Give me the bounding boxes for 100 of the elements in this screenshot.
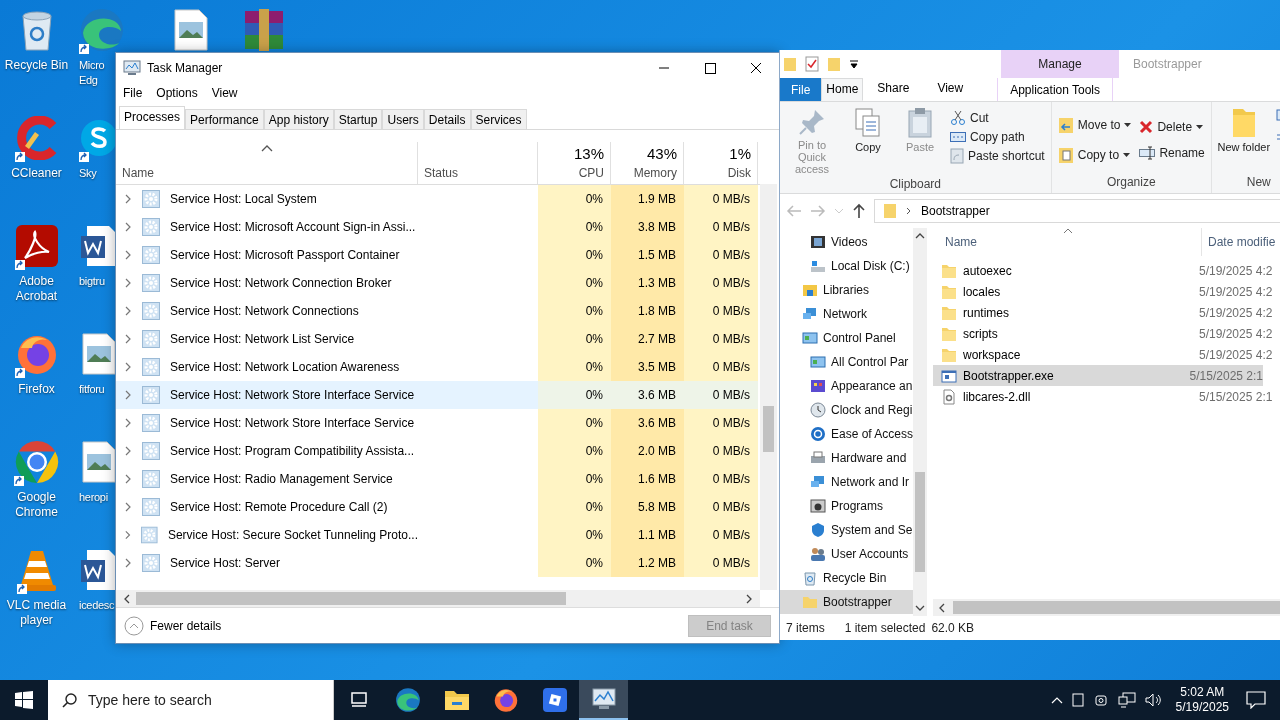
- scroll-thumb[interactable]: [953, 601, 1280, 614]
- column-header[interactable]: Status: [418, 142, 538, 184]
- expand-chevron-icon[interactable]: [124, 194, 132, 204]
- expand-chevron-icon[interactable]: [124, 334, 132, 344]
- tab[interactable]: Services: [470, 109, 527, 129]
- scroll-up-icon[interactable]: [915, 232, 925, 240]
- chevron-up-icon[interactable]: [1050, 696, 1063, 704]
- process-row[interactable]: Service Host: Network List Service 0% 2.7 MB 0 MB/s: [116, 325, 760, 353]
- file-row[interactable]: libcares-2.dll 5/15/2025 2:1: [933, 386, 1280, 407]
- copy-path-button[interactable]: Copy path: [948, 129, 1047, 145]
- process-row[interactable]: Service Host: Microsoft Account Sign-in Assi... 0% 3.8 MB 0 MB/s: [116, 213, 760, 241]
- properties-icon[interactable]: [805, 56, 819, 72]
- firefox-icon[interactable]: [492, 687, 519, 713]
- tree-item[interactable]: Ease of Access: [780, 422, 913, 446]
- scroll-left-icon[interactable]: [937, 602, 947, 613]
- tab[interactable]: Performance: [185, 109, 264, 129]
- tree-item[interactable]: Clock and Regi: [780, 398, 913, 422]
- vertical-scrollbar[interactable]: [760, 184, 777, 590]
- cut-button[interactable]: Cut: [948, 109, 1047, 127]
- column-header[interactable]: 1% Disk: [684, 142, 758, 184]
- tab[interactable]: Users: [382, 109, 424, 129]
- file-row[interactable]: runtimes 5/19/2025 4:2: [933, 302, 1280, 323]
- tab[interactable]: Processes: [119, 106, 186, 129]
- tree-item[interactable]: System and Se: [780, 518, 913, 542]
- desktop-icon-label[interactable]: fitforu: [79, 382, 105, 397]
- expand-chevron-icon[interactable]: [124, 446, 132, 456]
- up-arrow-icon[interactable]: [852, 203, 866, 219]
- horizontal-scrollbar[interactable]: [933, 599, 1280, 616]
- tab[interactable]: App history: [263, 109, 334, 129]
- desktop-icon-label[interactable]: Micro Edg: [79, 58, 113, 88]
- paste-shortcut-button[interactable]: Paste shortcut: [948, 147, 1047, 165]
- column-header[interactable]: Date modifie: [1208, 235, 1276, 249]
- tree-item[interactable]: User Accounts: [780, 542, 913, 566]
- desktop-icon-label[interactable]: Recycle Bin: [4, 58, 69, 73]
- tree-item[interactable]: Control Panel: [780, 326, 913, 350]
- scroll-left-icon[interactable]: [122, 593, 132, 604]
- expand-chevron-icon[interactable]: [124, 474, 132, 484]
- tree-item[interactable]: Bootstrapper: [780, 590, 913, 614]
- task-manager-icon[interactable]: [590, 687, 617, 711]
- task-view-icon[interactable]: [348, 690, 369, 710]
- tree-item[interactable]: Libraries: [780, 278, 913, 302]
- file-explorer-icon[interactable]: [443, 688, 470, 712]
- file-row[interactable]: autoexec 5/19/2025 4:2: [933, 260, 1280, 281]
- file-row[interactable]: scripts 5/19/2025 4:2: [933, 323, 1280, 344]
- copy-button[interactable]: Copy: [844, 105, 892, 177]
- expand-chevron-icon[interactable]: [124, 530, 132, 540]
- process-row[interactable]: Service Host: Program Compatibility Assista... 0% 2.0 MB 0 MB/s: [116, 437, 760, 465]
- expand-chevron-icon[interactable]: [124, 250, 132, 260]
- tree-item[interactable]: Hardware and: [780, 446, 913, 470]
- copy-to-button[interactable]: Copy to: [1055, 145, 1134, 165]
- process-row[interactable]: Service Host: Remote Procedure Call (2) 0% 5.8 MB 0 MB/s: [116, 493, 760, 521]
- tree-item[interactable]: Programs: [780, 494, 913, 518]
- ribbon-tab[interactable]: File: [780, 78, 822, 101]
- notification-icon[interactable]: [1246, 691, 1266, 709]
- vertical-scrollbar[interactable]: [913, 228, 927, 616]
- process-row[interactable]: Service Host: Network Connections 0% 1.8 MB 0 MB/s: [116, 297, 760, 325]
- tree-item[interactable]: Network and Ir: [780, 470, 913, 494]
- desktop-icon-label[interactable]: Adobe Acrobat: [1, 274, 72, 304]
- tablet-icon[interactable]: [1071, 693, 1084, 707]
- scroll-down-icon[interactable]: [915, 604, 925, 612]
- tree-item[interactable]: Network: [780, 302, 913, 326]
- expand-chevron-icon[interactable]: [124, 558, 132, 568]
- desktop-icon-label[interactable]: CCleaner: [11, 166, 62, 181]
- file-row[interactable]: locales 5/19/2025 4:2: [933, 281, 1280, 302]
- taskbar-button[interactable]: [579, 680, 628, 720]
- network-icon[interactable]: [1117, 692, 1136, 708]
- rename-button[interactable]: Rename: [1137, 145, 1207, 161]
- process-row[interactable]: Service Host: Server 0% 1.2 MB 0 MB/s: [116, 549, 760, 577]
- app-icon[interactable]: [541, 687, 568, 713]
- tree-item[interactable]: Videos: [780, 230, 913, 254]
- scroll-right-icon[interactable]: [744, 593, 754, 604]
- column-header[interactable]: 13% CPU: [538, 142, 611, 184]
- edge-icon[interactable]: [394, 687, 421, 713]
- desktop-icon-label[interactable]: Firefox: [18, 382, 55, 397]
- desktop-icon-label[interactable]: bigtru: [79, 274, 105, 289]
- new-folder-button[interactable]: New folder: [1215, 105, 1272, 175]
- scroll-thumb[interactable]: [763, 406, 774, 452]
- menu-item[interactable]: View: [211, 86, 238, 100]
- horizontal-scrollbar[interactable]: [116, 590, 760, 607]
- meet-camera-icon[interactable]: [1092, 692, 1109, 708]
- file-row[interactable]: Bootstrapper.exe 5/15/2025 2:1: [933, 365, 1263, 386]
- column-header[interactable]: Name: [116, 142, 418, 184]
- column-header[interactable]: Name: [945, 235, 977, 249]
- fewer-details-button[interactable]: Fewer details: [124, 615, 222, 636]
- tree-item[interactable]: All Control Par: [780, 350, 913, 374]
- desktop-icon-label[interactable]: icedesc: [79, 598, 113, 613]
- expand-chevron-icon[interactable]: [124, 306, 132, 316]
- process-row[interactable]: Service Host: Local System 0% 1.9 MB 0 MB/s: [116, 185, 760, 213]
- expand-chevron-icon[interactable]: [124, 278, 132, 288]
- tree-item[interactable]: Appearance an: [780, 374, 913, 398]
- move-to-button[interactable]: Move to: [1055, 115, 1134, 135]
- ribbon-tab[interactable]: Home: [821, 78, 864, 101]
- dropdown-icon[interactable]: [849, 59, 859, 69]
- menu-item[interactable]: Options: [156, 86, 198, 100]
- volume-icon[interactable]: [1144, 692, 1163, 708]
- tab[interactable]: Details: [423, 109, 471, 129]
- process-row[interactable]: Service Host: Secure Socket Tunneling Proto... 0% 1.1 MB 0 MB/s: [116, 521, 760, 549]
- expand-chevron-icon[interactable]: [124, 502, 132, 512]
- expand-chevron-icon[interactable]: [124, 362, 132, 372]
- process-row[interactable]: Service Host: Network Store Interface Service 0% 3.6 MB 0 MB/s: [116, 381, 760, 409]
